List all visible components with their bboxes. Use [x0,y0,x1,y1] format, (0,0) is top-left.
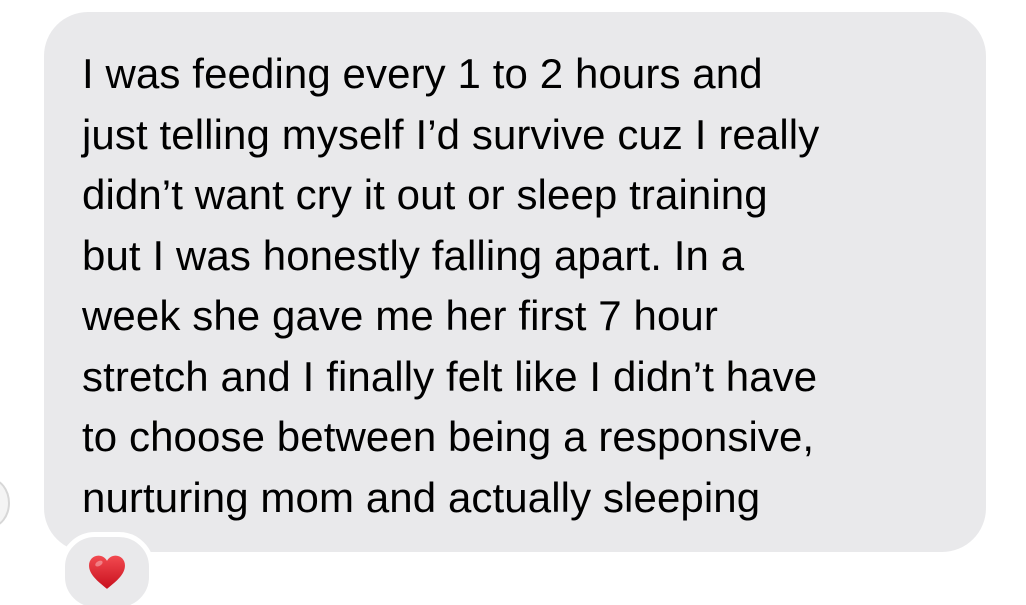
message-bubble[interactable]: I was feeding every 1 to 2 hours and jus… [44,12,986,552]
message-line: to choose between being a responsive, [82,413,815,460]
message-line: stretch and I finally felt like I didn’t… [82,352,818,400]
message-line: I was feeding every 1 to 2 hours and [82,50,763,97]
message-line: didn’t want cry it out or sleep training [82,171,768,218]
message-line: but I was honestly falling apart. In a [82,231,745,279]
avatar[interactable] [0,478,10,528]
message-line: nurturing mom and actually sleeping [82,473,761,521]
message-line: week she gave me her first 7 hour [82,292,718,339]
message-text: I was feeding every 1 to 2 hours and jus… [82,44,946,528]
message-line: just telling myself I’d survive cuz I re… [82,110,820,158]
reaction-badge[interactable] [60,532,154,605]
heart-icon [89,555,125,589]
